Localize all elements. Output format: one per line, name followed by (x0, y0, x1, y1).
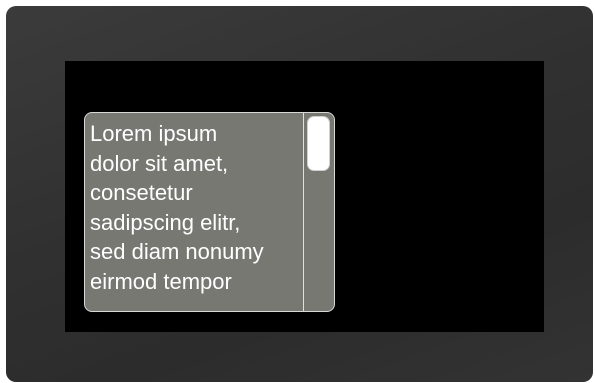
scrollbar-thumb[interactable] (307, 116, 330, 171)
text-box-content: Lorem ipsum dolor sit amet, consetetur s… (90, 121, 264, 294)
device-bezel: Lorem ipsum dolor sit amet, consetetur s… (6, 6, 593, 382)
display-screen: Lorem ipsum dolor sit amet, consetetur s… (65, 61, 544, 332)
scrollable-text-box[interactable]: Lorem ipsum dolor sit amet, consetetur s… (84, 112, 335, 312)
scrollbar-track-divider (303, 113, 304, 311)
